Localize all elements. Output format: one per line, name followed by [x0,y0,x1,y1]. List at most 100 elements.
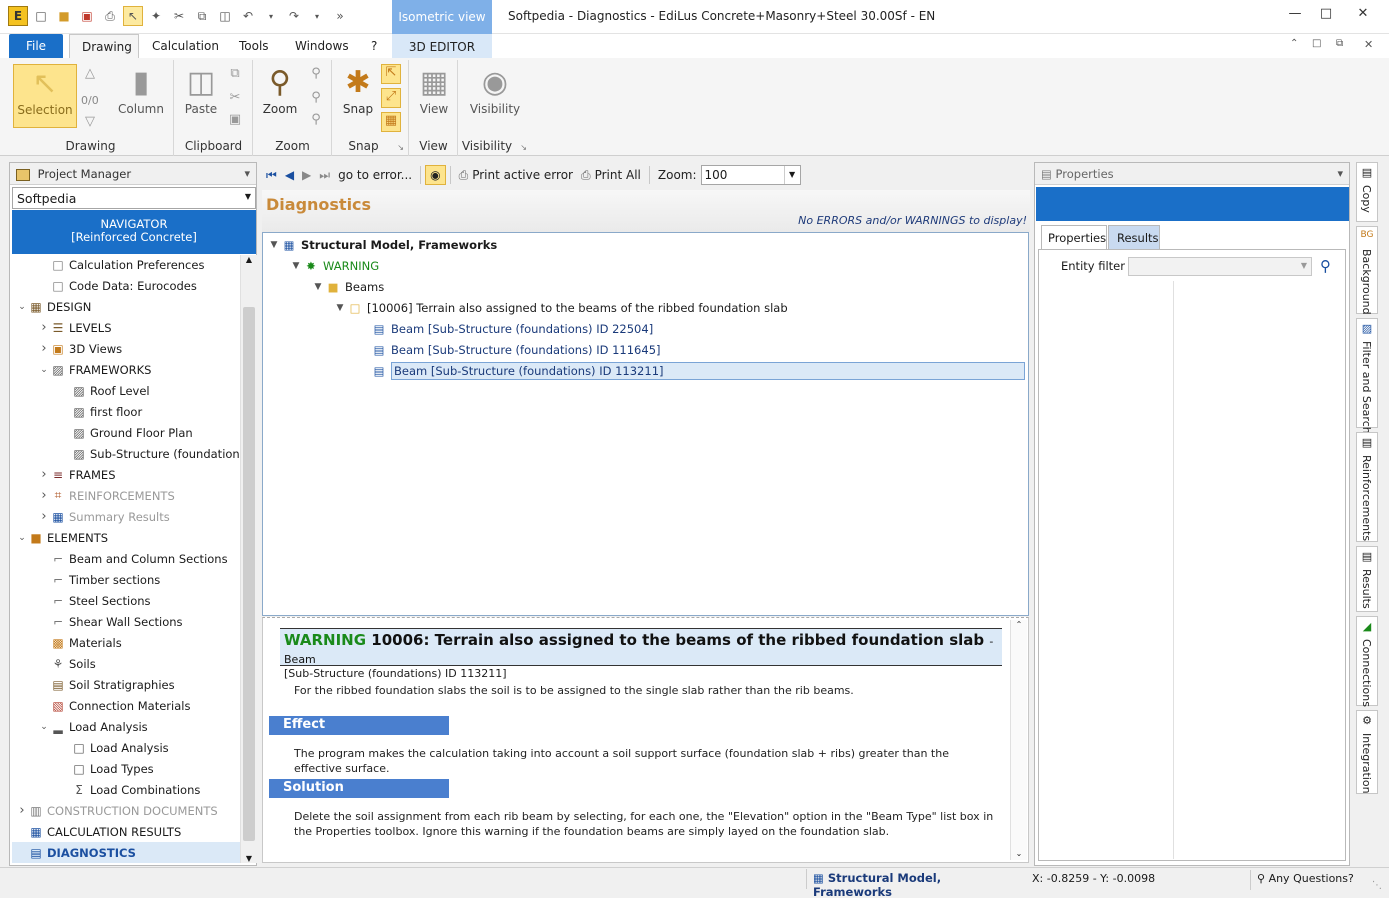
tree-item[interactable]: ⌄ ■ ELEMENTS [16,527,108,548]
visibility-dialog-launcher-icon[interactable]: ↘ [520,143,527,152]
tree-row-error-code[interactable]: ▼ □ [10006] Terrain also assigned to the… [333,298,788,318]
side-tab-filter-search[interactable]: ▨ Filter and Search [1356,318,1378,434]
zoom-out-icon[interactable]: ⚲ [306,112,326,132]
new-file-icon[interactable]: □ [31,6,51,26]
snap-midpoint-icon[interactable]: ⤢ [381,88,401,108]
expand-arrow-icon[interactable]: › [38,341,50,356]
tree-item[interactable]: ▧ Connection Materials [38,695,190,716]
print-active-error-button[interactable]: ⎙ Print active error [455,168,577,183]
first-error-icon[interactable]: ⏮ [262,168,281,183]
last-error-icon[interactable]: ⏭ [315,168,334,183]
tree-row-model[interactable]: ▼ ▦ Structural Model, Frameworks [267,235,498,255]
tree-item[interactable]: □ Code Data: Eurocodes [38,275,197,296]
pin-icon[interactable]: ▾ [244,167,250,180]
next-error-icon[interactable]: ▶ [298,168,315,182]
cut-small-icon[interactable]: ✂ [225,90,245,110]
view-button[interactable]: ▦ View [412,64,456,128]
chevron-down-icon[interactable]: ▼ [783,166,800,184]
snap-grid-icon[interactable]: ▦ [381,112,401,132]
side-tab-integration[interactable]: ⚙ Integration [1356,710,1378,794]
camera-icon[interactable]: ◉ [425,165,446,185]
expand-arrow-icon[interactable]: ⌄ [38,365,50,375]
scroll-up-icon[interactable]: ⌃ [1011,620,1027,629]
expand-arrow-icon[interactable]: ▼ [333,303,347,313]
tab-tools[interactable]: Tools [227,34,281,58]
tree-item[interactable]: ⌐ Shear Wall Sections [38,611,183,632]
tree-row-beam[interactable]: ▤ Beam [Sub-Structure (foundations) ID 1… [371,340,661,360]
selection-button[interactable]: ↖ Selection [13,64,77,128]
snap-button[interactable]: ✱ Snap [337,64,379,128]
next-selection-icon[interactable]: ▽ [80,114,100,134]
tree-item[interactable]: › ▣ 3D Views [38,338,122,359]
side-tab-background[interactable]: BG Background [1356,226,1378,315]
ribbon-help-icon[interactable]: □ [1312,38,1321,49]
minimize-button[interactable]: — [1280,6,1310,26]
tree-item[interactable]: › ▦ Summary Results [38,506,169,527]
tab-3d-editor[interactable]: 3D EDITOR [392,34,492,58]
tree-item[interactable]: ⌄ ▂ Load Analysis [38,716,147,737]
project-selector[interactable]: Softpedia ▼ [12,187,256,209]
file-tab[interactable]: File [9,34,63,58]
tree-item[interactable]: ▨ Ground Floor Plan [59,422,192,443]
expand-arrow-icon[interactable]: ▼ [289,261,303,271]
tab-results[interactable]: Results [1108,225,1160,249]
zoom-window-icon[interactable]: ⚲ [306,90,326,110]
tree-item[interactable]: ▨ Sub-Structure (foundations) [59,443,240,464]
ribbon-close-icon[interactable]: ✕ [1364,38,1373,51]
tree-item[interactable]: ▩ Materials [38,632,121,653]
side-tab-connections[interactable]: ◢ Connections [1356,616,1378,707]
tree-item[interactable]: › ▥ CONSTRUCTION DOCUMENTS [16,800,217,821]
scroll-down-icon[interactable]: ▼ [241,854,257,863]
tree-item[interactable]: ▨ Roof Level [59,380,149,401]
side-tab-results[interactable]: ▤ Results [1356,546,1378,612]
expand-arrow-icon[interactable]: › [16,803,28,818]
detail-scrollbar[interactable]: ⌃ ⌄ [1010,620,1027,860]
tree-row-beam-selected[interactable]: ▤ Beam [Sub-Structure (foundations) ID 1… [371,361,1025,381]
tree-item[interactable]: ⌄ ▦ DESIGN [16,296,91,317]
tree-row-warning[interactable]: ▼ ✸ WARNING [289,256,380,276]
zoom-combo[interactable]: 100 ▼ [700,165,801,185]
wand-icon[interactable]: ✦ [146,6,166,26]
previous-selection-icon[interactable]: △ [80,66,100,86]
tab-drawing[interactable]: Drawing [69,34,139,58]
zoom-button[interactable]: ⚲ Zoom [258,64,302,128]
copy-small-icon[interactable]: ⧉ [225,66,245,86]
tree-row-beam[interactable]: ▤ Beam [Sub-Structure (foundations) ID 2… [371,319,654,339]
select-region-icon[interactable]: ▣ [225,112,245,132]
tree-item[interactable]: Σ Load Combinations [59,779,200,800]
go-to-error-button[interactable]: go to error... [334,168,416,182]
scroll-down-icon[interactable]: ⌄ [1011,849,1027,858]
tab-calculation[interactable]: Calculation [140,34,231,58]
app-logo-icon[interactable]: E [8,6,28,26]
tree-item[interactable]: □ Load Analysis [59,737,168,758]
expand-arrow-icon[interactable]: ⌄ [38,722,50,732]
undo-dropdown-icon[interactable]: ▾ [261,6,281,26]
scroll-up-icon[interactable]: ▲ [241,255,257,269]
tree-item[interactable]: ⌐ Timber sections [38,569,160,590]
expand-arrow-icon[interactable]: › [38,488,50,503]
expand-arrow-icon[interactable]: ▼ [311,282,325,292]
snap-endpoint-icon[interactable]: ⇱ [381,64,401,84]
tree-item[interactable]: ⚘ Soils [38,653,96,674]
column-button[interactable]: ▮ Column [112,64,170,128]
tree-item[interactable]: ▤ DIAGNOSTICS [12,842,240,863]
entity-filter-search-icon[interactable]: ⚲ [1320,257,1331,275]
tree-item[interactable]: ▦ CALCULATION RESULTS [16,821,181,842]
maximize-button[interactable]: □ [1311,6,1341,26]
copy-icon[interactable]: ⧉ [192,6,212,26]
save-icon[interactable]: ▣ [77,6,97,26]
expand-arrow-icon[interactable]: › [38,509,50,524]
tree-item[interactable]: › ≡ FRAMES [38,464,115,485]
expand-arrow-icon[interactable]: › [38,320,50,335]
tab-help[interactable]: ? [359,34,389,58]
print-all-button[interactable]: ⎙ Print All [577,168,645,183]
snap-dialog-launcher-icon[interactable]: ↘ [397,143,404,152]
status-help[interactable]: ⚲ Any Questions? [1250,870,1360,890]
tree-item[interactable]: □ Calculation Preferences [38,255,204,275]
expand-arrow-icon[interactable]: ⌄ [16,302,28,312]
tree-item[interactable]: › ☰ LEVELS [38,317,111,338]
ribbon-restore-icon[interactable]: ⧉ [1336,38,1343,49]
scroll-thumb[interactable] [243,307,255,841]
cut-icon[interactable]: ✂ [169,6,189,26]
side-tab-reinforcements[interactable]: ▤ Reinforcements [1356,432,1378,542]
